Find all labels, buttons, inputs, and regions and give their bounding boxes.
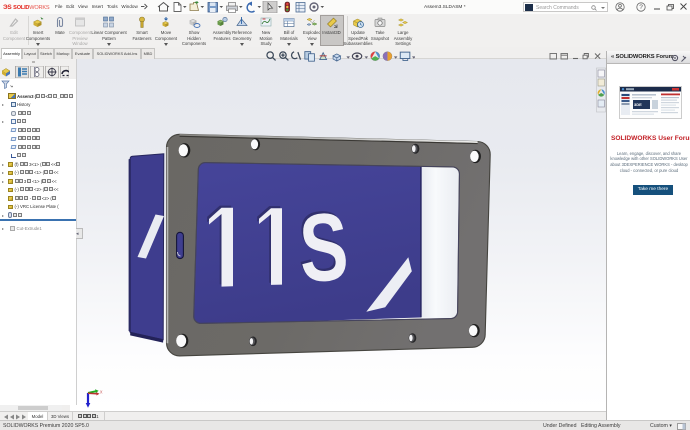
svg-text:3DE: 3DE <box>634 102 642 107</box>
svg-text:x: x <box>100 390 103 396</box>
svg-text:S: S <box>297 194 350 303</box>
svg-text:?: ? <box>639 4 643 11</box>
